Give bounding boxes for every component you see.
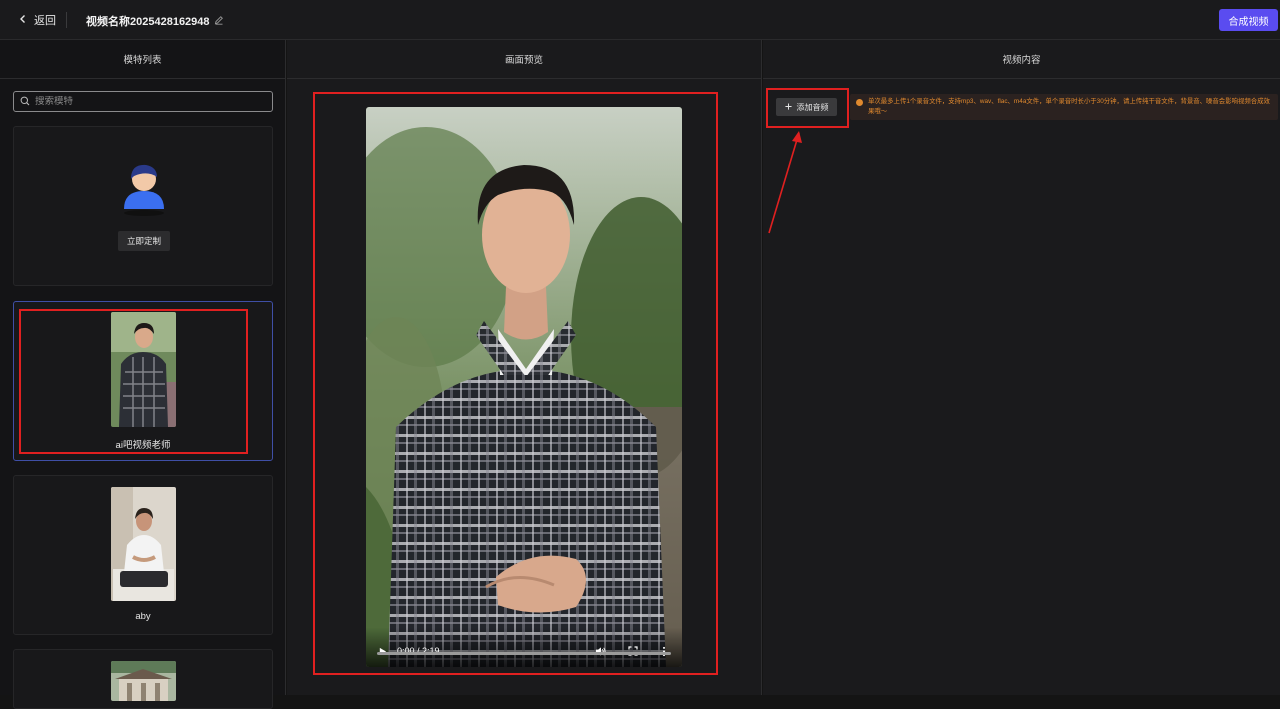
preview-heading: 画面预览 <box>287 40 761 79</box>
top-bar: 返回 视频名称2025428162948 合成视频 <box>0 0 1280 40</box>
model-thumbnail <box>111 661 176 701</box>
model-thumbnail <box>111 487 176 601</box>
model-list-heading: 模特列表 <box>0 40 285 79</box>
model-card[interactable]: aby <box>13 475 273 635</box>
upload-notice-text: 单次最多上传1个录音文件，支持mp3、wav、flac、m4a文件，单个录音时长… <box>868 98 1270 115</box>
model-card[interactable] <box>13 649 273 709</box>
model-search[interactable] <box>13 91 273 112</box>
compose-video-button[interactable]: 合成视频 <box>1219 9 1278 31</box>
video-content-heading: 视频内容 <box>763 40 1280 79</box>
avatar-placeholder-icon <box>124 164 164 216</box>
custom-model-card[interactable]: 立即定制 <box>13 126 273 286</box>
model-list-panel: 模特列表 立即定制 ai吧视频老师 <box>0 40 286 709</box>
custom-now-button[interactable]: 立即定制 <box>118 231 170 251</box>
back-label: 返回 <box>34 15 56 27</box>
annotation-arrow <box>768 131 802 234</box>
model-name: aby <box>135 611 151 622</box>
annotation-box <box>19 309 248 454</box>
preview-panel: 画面预览 0:00 / 2:19 <box>287 40 762 695</box>
annotation-box <box>313 92 718 675</box>
search-icon <box>20 93 30 111</box>
video-title: 视频名称2025428162948 <box>86 13 224 29</box>
video-content-panel: 视频内容 添加音频 单次最多上传1个录音文件，支持mp3、wav、flac、m4… <box>763 40 1280 695</box>
search-input[interactable] <box>35 96 255 107</box>
chevron-left-icon <box>18 14 28 27</box>
annotation-box <box>766 88 849 128</box>
back-button[interactable]: 返回 <box>18 12 56 28</box>
divider <box>66 12 67 28</box>
edit-icon[interactable] <box>214 15 224 28</box>
video-title-text: 视频名称2025428162948 <box>86 16 210 28</box>
upload-notice: 单次最多上传1个录音文件，支持mp3、wav、flac、m4a文件，单个录音时长… <box>850 94 1278 120</box>
warning-icon <box>856 99 863 106</box>
